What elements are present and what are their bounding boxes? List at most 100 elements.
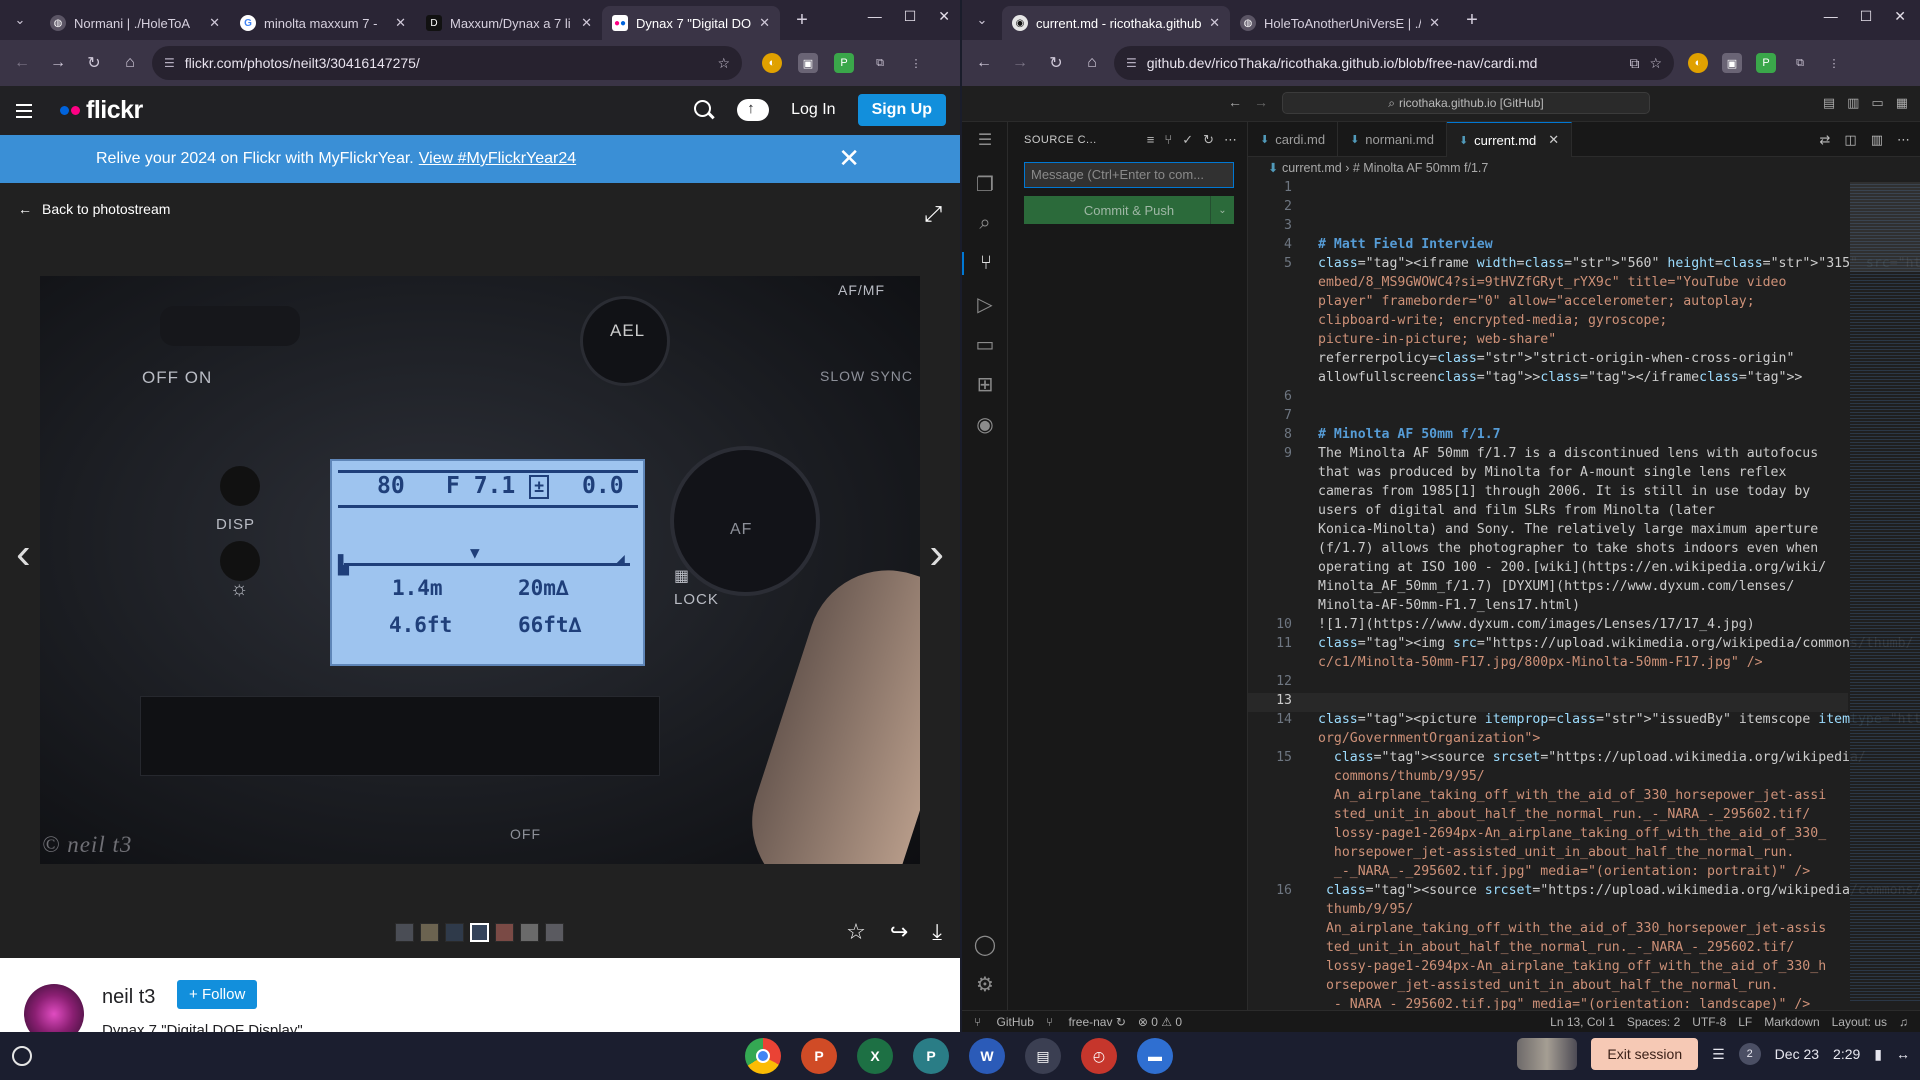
chrome-menu-icon[interactable]: ⋮ <box>1824 53 1844 73</box>
close-icon[interactable]: ✕ <box>1548 132 1559 148</box>
language-mode[interactable]: Markdown <box>1764 1015 1819 1029</box>
code-line[interactable]: 2 <box>1248 199 1848 218</box>
owner-name[interactable]: neil t3 <box>102 986 155 1009</box>
bookmark-star-icon[interactable]: ☆ <box>1649 55 1662 72</box>
close-icon[interactable]: ✕ <box>938 8 950 25</box>
thumbnail[interactable] <box>495 923 514 942</box>
reload-icon[interactable]: ↻ <box>1038 53 1074 73</box>
publisher-icon[interactable]: P <box>913 1038 949 1074</box>
code-line[interactable]: 5 class="tag"><iframe width=class="str">"… <box>1248 256 1920 275</box>
code-line[interactable]: An_airplane_taking_off_with_the_aid_of_3… <box>1248 921 1848 940</box>
code-line[interactable]: 14 class="tag"><picture itemprop=class="s… <box>1248 712 1920 731</box>
code-line[interactable]: 12 <box>1248 674 1848 693</box>
code-line[interactable]: ted_unit_in_about_half_the_normal_run._-… <box>1248 940 1848 959</box>
minimap-viewport[interactable] <box>1850 182 1920 272</box>
back-icon[interactable]: ← <box>4 54 40 72</box>
new-tab-button[interactable]: + <box>1458 9 1486 32</box>
screen-capture-thumbnail[interactable] <box>1517 1038 1578 1070</box>
tab-search-icon[interactable]: ⌄ <box>970 8 994 32</box>
clipboard-icon[interactable]: ☰ <box>1712 1046 1725 1063</box>
list-icon[interactable]: ≡ <box>1147 132 1155 148</box>
extension-icon[interactable]: ◐ <box>1688 53 1708 73</box>
nav-back-icon[interactable]: ← <box>1228 94 1242 110</box>
code-line[interactable]: 1 <box>1248 180 1848 199</box>
close-icon[interactable]: ✕ <box>1429 15 1440 31</box>
toggle-sidebar-icon[interactable]: ▥ <box>1847 95 1859 111</box>
thumbnail[interactable] <box>545 923 564 942</box>
open-changes-icon[interactable]: ⇄ <box>1820 132 1831 148</box>
bell-icon[interactable]: ♫ <box>1899 1015 1908 1029</box>
gear-icon[interactable]: ⚙ <box>962 972 1008 997</box>
source-control-icon[interactable]: ⑂ <box>962 252 1008 275</box>
maximize-icon[interactable]: ☐ <box>904 8 917 25</box>
thumbnail[interactable] <box>445 923 464 942</box>
code-line[interactable]: 6 <box>1248 389 1848 408</box>
code-line[interactable]: 4 # Matt Field Interview <box>1248 237 1848 256</box>
code-line[interactable]: lossy-page1-2694px-An_airplane_taking_of… <box>1248 959 1848 978</box>
extension-icon[interactable]: P <box>834 53 854 73</box>
banner-link[interactable]: View #MyFlickrYear24 <box>419 150 576 168</box>
close-icon[interactable]: ✕ <box>209 15 220 31</box>
refresh-icon[interactable]: ↻ <box>1203 132 1214 148</box>
back-to-photostream-link[interactable]: ← Back to photostream <box>18 201 170 217</box>
follow-button[interactable]: + Follow <box>177 980 258 1009</box>
reload-icon[interactable]: ↻ <box>76 53 112 73</box>
close-icon[interactable]: ✕ <box>1894 8 1906 25</box>
signup-button[interactable]: Sign Up <box>857 94 946 126</box>
favorite-star-icon[interactable]: ☆ <box>846 919 866 945</box>
line-ending[interactable]: LF <box>1738 1015 1752 1029</box>
code-line[interactable]: c/c1/Minolta-50mm-F17.jpg/800px-Minolta-… <box>1248 655 1848 674</box>
exit-session-button[interactable]: Exit session <box>1591 1038 1699 1070</box>
code-line[interactable]: horsepower_jet-assisted_unit_in_about_ha… <box>1248 845 1848 864</box>
timer-icon[interactable]: ◴ <box>1081 1038 1117 1074</box>
browser-tab[interactable]: D Maxxum/Dynax a 7 li ✕ <box>416 6 602 40</box>
layout-icon[interactable]: ▤ <box>1823 95 1835 111</box>
bookmark-star-icon[interactable]: ☆ <box>717 55 730 72</box>
site-info-icon[interactable]: ☰ <box>164 56 175 70</box>
extensions-icon[interactable]: ⊞ <box>962 372 1008 397</box>
remote-indicator[interactable]: ⑂ GitHub <box>974 1015 1034 1029</box>
battery-icon[interactable]: ▮ <box>1874 1046 1882 1063</box>
download-icon[interactable]: ⤓ <box>932 919 942 945</box>
network-icon[interactable]: ↔ <box>1896 1046 1910 1062</box>
launcher-icon[interactable] <box>12 1046 32 1066</box>
avatar[interactable] <box>24 984 84 1032</box>
excel-icon[interactable]: X <box>857 1038 893 1074</box>
tab-cardi-md[interactable]: ⬇ cardi.md <box>1248 122 1339 157</box>
branch-icon[interactable]: ⑂ <box>1164 132 1172 148</box>
notification-badge[interactable]: 2 <box>1738 1043 1761 1065</box>
url-input[interactable]: ☰ flickr.com/photos/neilt3/30416147275/ … <box>152 46 742 80</box>
extension-icon[interactable]: ▣ <box>1722 53 1742 73</box>
code-line[interactable]: An_airplane_taking_off_with_the_aid_of_3… <box>1248 788 1848 807</box>
search-icon[interactable]: ⌕ <box>962 212 1008 235</box>
problems-indicator[interactable]: ⊗ 0 ⚠ 0 <box>1138 1015 1182 1029</box>
browser-tab-active[interactable]: ◉ current.md - ricothaka.github.i ✕ <box>1002 6 1230 40</box>
account-icon[interactable]: ◯ <box>962 932 1008 957</box>
commit-message-input[interactable]: Message (Ctrl+Enter to com... <box>1024 162 1234 188</box>
close-icon[interactable]: ✕ <box>395 15 406 31</box>
code-line[interactable]: sted_unit_in_about_half_the_normal_run._… <box>1248 807 1848 826</box>
browser-tab[interactable]: G minolta maxxum 7 - ✕ <box>230 6 416 40</box>
back-icon[interactable]: ← <box>966 54 1002 72</box>
fullscreen-icon[interactable]: ⤢ <box>924 201 942 227</box>
remote-explorer-icon[interactable]: ▭ <box>962 332 1008 357</box>
puzzle-icon[interactable]: ⧉ <box>1790 53 1810 73</box>
close-icon[interactable]: ✕ <box>581 15 592 31</box>
browser-tab[interactable]: ◍ HoleToAnotherUniVersE | ./Hol ✕ <box>1230 6 1450 40</box>
home-icon[interactable]: ⌂ <box>112 54 148 72</box>
flickr-logo[interactable]: flickr <box>60 96 143 125</box>
code-line[interactable]: thumb/9/95/ <box>1248 902 1848 921</box>
code-line[interactable]: embed/8_MS9GWOWC4?si=9tHVZfGRyt_rYX9c" t… <box>1248 275 1848 294</box>
puzzle-icon[interactable]: ⧉ <box>870 53 890 73</box>
indentation[interactable]: Spaces: 2 <box>1627 1015 1680 1029</box>
url-input[interactable]: ☰ github.dev/ricoThaka/ricothaka.github.… <box>1114 46 1674 80</box>
time[interactable]: 2:29 <box>1833 1046 1860 1062</box>
code-line[interactable]: allowfullscreenclass="tag">>class="tag">… <box>1248 370 1848 389</box>
code-line[interactable]: (f/1.7) allows the photographer to take … <box>1248 541 1848 560</box>
code-line[interactable]: Konica-Minolta) and Sony. The relatively… <box>1248 522 1848 541</box>
code-line[interactable]: _-_NARA_-_295602.tif.jpg" media="(orient… <box>1248 864 1848 883</box>
code-line[interactable]: lossy-page1-2694px-An_airplane_taking_of… <box>1248 826 1848 845</box>
thumbnail[interactable] <box>420 923 439 942</box>
code-line[interactable]: Minolta_AF_50mm_f/1.7) [DYXUM](https://w… <box>1248 579 1848 598</box>
code-line[interactable]: Minolta-AF-50mm-F1.7_lens17.html) <box>1248 598 1848 617</box>
